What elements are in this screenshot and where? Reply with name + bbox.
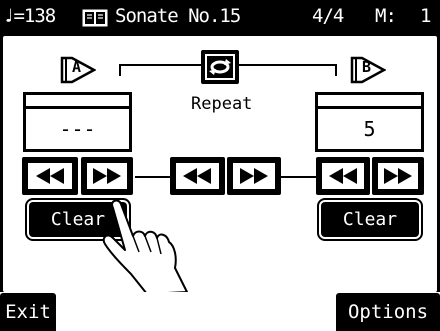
middle-fast-forward-button[interactable] <box>227 157 281 195</box>
a-header-strip <box>23 92 132 106</box>
a-point-value: --- <box>23 106 132 152</box>
fast-forward-icon <box>93 168 121 184</box>
screen: ♩=138 Sonate No.15 4/4 M: 1 A B Repeat -… <box>0 0 440 331</box>
status-bar: ♩=138 Sonate No.15 4/4 M: 1 <box>0 0 440 34</box>
fast-forward-icon <box>240 168 268 184</box>
options-button[interactable]: Options <box>336 293 440 331</box>
rewind-icon <box>36 168 64 184</box>
repeat-panel: A B Repeat --- Clear 5 Clear <box>3 36 437 295</box>
repeat-toggle-button[interactable] <box>201 50 239 84</box>
repeat-icon <box>207 56 233 78</box>
repeat-label: Repeat <box>191 94 253 114</box>
bracket-line-left <box>119 64 201 66</box>
bottom-bar: Exit Options <box>0 292 440 331</box>
a-marker-label: A <box>72 58 82 76</box>
bracket-line-left-tick <box>119 64 121 76</box>
time-signature: 4/4 <box>312 5 344 27</box>
b-marker-icon: B <box>350 54 387 90</box>
middle-rewind-button[interactable] <box>170 157 225 195</box>
measure-value: 1 <box>420 5 431 27</box>
book-icon <box>82 9 108 31</box>
b-rewind-button[interactable] <box>316 157 370 195</box>
b-clear-button[interactable]: Clear <box>321 202 419 237</box>
a-marker-icon: A <box>60 54 97 90</box>
song-title: Sonate No.15 <box>115 5 241 27</box>
exit-button[interactable]: Exit <box>0 293 56 331</box>
tempo-display: ♩=138 <box>3 5 56 27</box>
bracket-line-right-tick <box>335 64 337 76</box>
fast-forward-icon <box>384 168 412 184</box>
connector-line-right <box>280 176 316 178</box>
bracket-line-right <box>239 64 337 66</box>
b-marker-label: B <box>362 58 372 76</box>
a-fast-forward-button[interactable] <box>81 157 133 195</box>
measure-label: M: <box>375 5 397 27</box>
rewind-icon <box>329 168 357 184</box>
b-point-value: 5 <box>315 106 424 152</box>
b-header-strip <box>315 92 424 106</box>
a-rewind-button[interactable] <box>22 157 78 195</box>
pointing-hand-icon <box>102 199 188 295</box>
rewind-icon <box>183 168 211 184</box>
connector-line-left <box>135 176 170 178</box>
b-fast-forward-button[interactable] <box>372 157 424 195</box>
